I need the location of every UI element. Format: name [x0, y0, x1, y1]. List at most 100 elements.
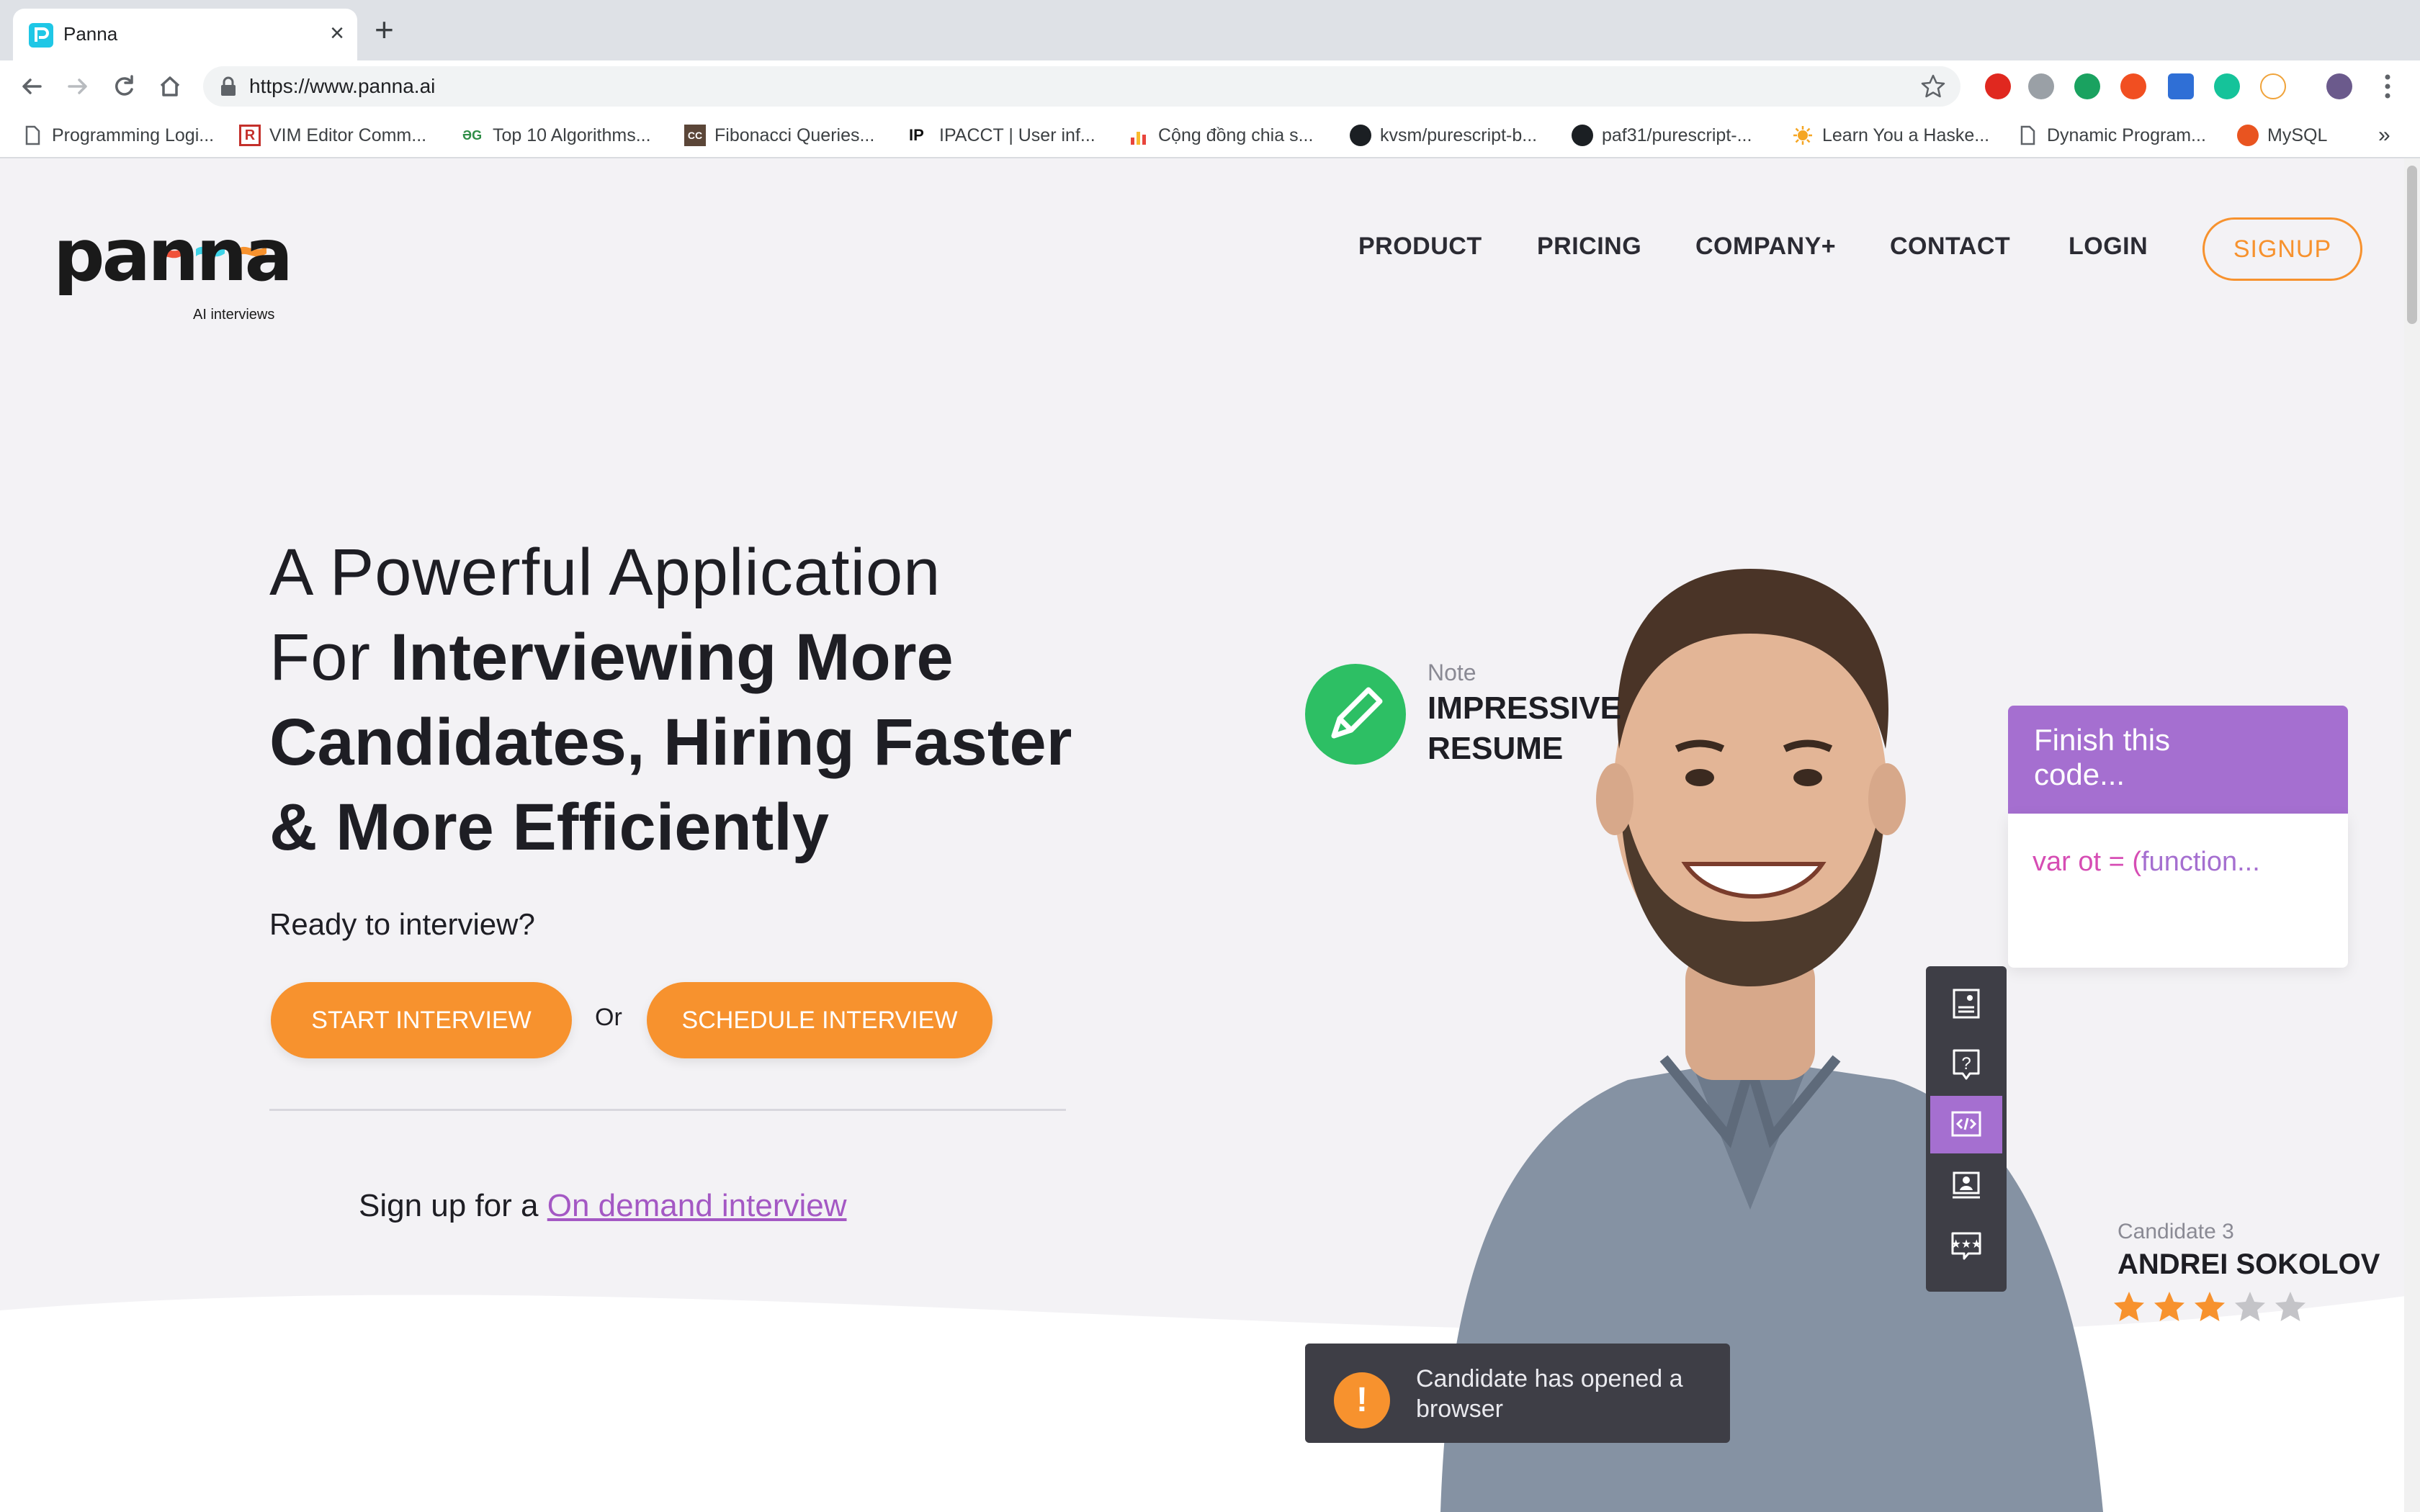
question-tool-button[interactable]: ? — [1930, 1035, 2002, 1093]
candidate-rating — [2110, 1289, 2309, 1326]
browser-toolbar: https://www.panna.ai — [0, 60, 2420, 112]
nav-product[interactable]: PRODUCT — [1358, 233, 1482, 261]
tab-strip: Panna × + — [0, 0, 2420, 60]
panna-favicon-icon — [29, 23, 53, 48]
bookmark-item[interactable]: kvsm/purescript-b... — [1350, 121, 1537, 150]
bookmark-label: Learn You a Haske... — [1822, 125, 1990, 145]
bookmark-item[interactable]: ƏG Top 10 Algorithms... — [462, 121, 651, 150]
note-label: Note — [1428, 660, 1476, 685]
star-empty-icon — [2275, 1292, 2305, 1321]
amazon-extension-icon[interactable] — [2260, 73, 2286, 99]
new-tab-icon[interactable]: + — [375, 13, 394, 46]
signup-button[interactable]: SIGNUP — [2202, 217, 2362, 281]
code-editor-card: var ot = (function... — [2008, 814, 2348, 968]
bookmark-label: VIM Editor Comm... — [269, 125, 427, 145]
code-icon — [1951, 1111, 1981, 1137]
reload-icon[interactable] — [107, 69, 141, 104]
bookmark-item[interactable]: paf31/purescript-... — [1572, 121, 1752, 150]
on-demand-signup: Sign up for a On demand interview — [359, 1188, 847, 1224]
bookmark-item[interactable]: R VIM Editor Comm... — [239, 121, 426, 150]
bookmark-label: IPACCT | User inf... — [939, 125, 1095, 145]
resume-tool-button[interactable] — [1930, 975, 2002, 1032]
warning-icon: ! — [1334, 1372, 1390, 1428]
star-filled-icon — [2114, 1292, 2144, 1321]
nav-login[interactable]: LOGIN — [2069, 233, 2148, 261]
loop-extension-icon[interactable] — [2120, 73, 2146, 99]
code-tool-button[interactable] — [1930, 1096, 2002, 1153]
logo-wordmark: panna — [53, 213, 293, 297]
bookmark-label: Cộng đồng chia s... — [1158, 125, 1314, 145]
bookmark-label: Top 10 Algorithms... — [493, 125, 651, 145]
bookmark-item[interactable]: Cộng đồng chia s... — [1128, 121, 1313, 150]
page-content: panna AI interviews PRODUCT PRICING COMP… — [0, 158, 2420, 1512]
code-prompt-line-1: Finish this — [2034, 723, 2171, 757]
candidate-label: Candidate 3 — [2118, 1220, 2234, 1243]
nav-contact[interactable]: CONTACT — [1890, 233, 2010, 261]
menu-kebab-icon[interactable] — [2377, 71, 2398, 102]
back-icon[interactable] — [14, 69, 49, 104]
address-bar[interactable]: https://www.panna.ai — [203, 66, 1960, 107]
bookmarks-bar: Programming Logi... R VIM Editor Comm...… — [0, 112, 2420, 158]
bookmark-item[interactable]: Programming Logi... — [22, 121, 214, 150]
opera-extension-icon[interactable] — [1985, 73, 2011, 99]
grid-extension-icon[interactable] — [2168, 73, 2194, 99]
bookmark-item[interactable]: CC Fibonacci Queries... — [684, 121, 874, 150]
lock-icon — [221, 76, 236, 96]
nav-company[interactable]: COMPANY+ — [1695, 233, 1836, 261]
svg-text:?: ? — [1961, 1054, 1971, 1074]
home-icon[interactable] — [153, 69, 187, 104]
nav-pricing[interactable]: PRICING — [1537, 233, 1641, 261]
bookmark-item[interactable]: Learn You a Haske... — [1792, 121, 1989, 150]
bookmark-item[interactable]: MySQL — [2237, 121, 2327, 150]
page-icon — [2020, 125, 2035, 145]
hero-line-2-light: For — [269, 621, 390, 694]
globe-extension-icon[interactable] — [2028, 73, 2054, 99]
resume-icon — [1953, 989, 1980, 1019]
on-demand-prefix: Sign up for a — [359, 1188, 547, 1223]
tab-panna[interactable]: Panna × — [13, 9, 357, 60]
ready-prompt: Ready to interview? — [269, 907, 535, 941]
profile-avatar[interactable] — [2326, 73, 2352, 99]
ubuntu-icon — [2237, 125, 2259, 146]
tab-title: Panna — [63, 23, 118, 45]
sun-icon — [1793, 126, 1812, 145]
bookmark-label: MySQL — [2267, 125, 2328, 145]
url-text: https://www.panna.ai — [249, 75, 436, 97]
grammarly-extension-icon[interactable] — [2214, 73, 2240, 99]
rating-tool-button[interactable]: ★★★ — [1930, 1217, 2002, 1274]
browser-chrome: Panna × + https://www.panna.ai Programmi… — [0, 0, 2420, 158]
bookmark-label: Dynamic Program... — [2047, 125, 2206, 145]
bookmark-label: Programming Logi... — [52, 125, 215, 145]
bookmark-item[interactable]: IP IPACCT | User inf... — [909, 121, 1095, 150]
bookmarks-overflow-button[interactable]: » — [2378, 121, 2390, 150]
schedule-interview-button[interactable]: SCHEDULE INTERVIEW — [647, 982, 992, 1058]
svg-text:★★★: ★★★ — [1950, 1238, 1981, 1251]
on-demand-interview-link[interactable]: On demand interview — [547, 1188, 847, 1223]
cc-logo-icon: CC — [684, 125, 706, 146]
interview-tool-rail: ? ★★★ — [1926, 966, 2007, 1292]
rating-chat-icon: ★★★ — [1950, 1232, 1982, 1260]
bar-chart-icon — [1131, 132, 1146, 145]
panna-logo[interactable]: panna AI interviews — [53, 202, 293, 323]
bookmark-item[interactable]: Dynamic Program... — [2017, 121, 2206, 150]
note-line-1: IMPRESSIVE — [1428, 690, 1621, 726]
bookmark-label: paf31/purescript-... — [1602, 125, 1752, 145]
code-prompt-line-2: code... — [2034, 757, 2125, 791]
tab-close-icon[interactable]: × — [330, 19, 344, 48]
video-tool-button[interactable] — [1930, 1156, 2002, 1214]
note-text: IMPRESSIVE RESUME — [1428, 688, 1621, 769]
code-snippet-var: var ot = ( — [2033, 847, 2141, 877]
start-interview-button[interactable]: START INTERVIEW — [271, 982, 572, 1058]
note-line-2: RESUME — [1428, 731, 1564, 766]
bookmark-star-icon[interactable] — [1919, 72, 1948, 101]
page-icon — [25, 125, 40, 145]
bookmark-label: kvsm/purescript-b... — [1380, 125, 1538, 145]
code-snippet: var ot = (function... — [2033, 847, 2260, 878]
or-separator: Or — [595, 1004, 622, 1031]
scrollbar-thumb[interactable] — [2407, 166, 2417, 324]
forward-icon[interactable] — [60, 69, 95, 104]
bookmark-label: Fibonacci Queries... — [714, 125, 875, 145]
evernote-extension-icon[interactable] — [2074, 73, 2100, 99]
page-scrollbar[interactable] — [2404, 158, 2420, 1512]
github-icon — [1350, 125, 1371, 146]
